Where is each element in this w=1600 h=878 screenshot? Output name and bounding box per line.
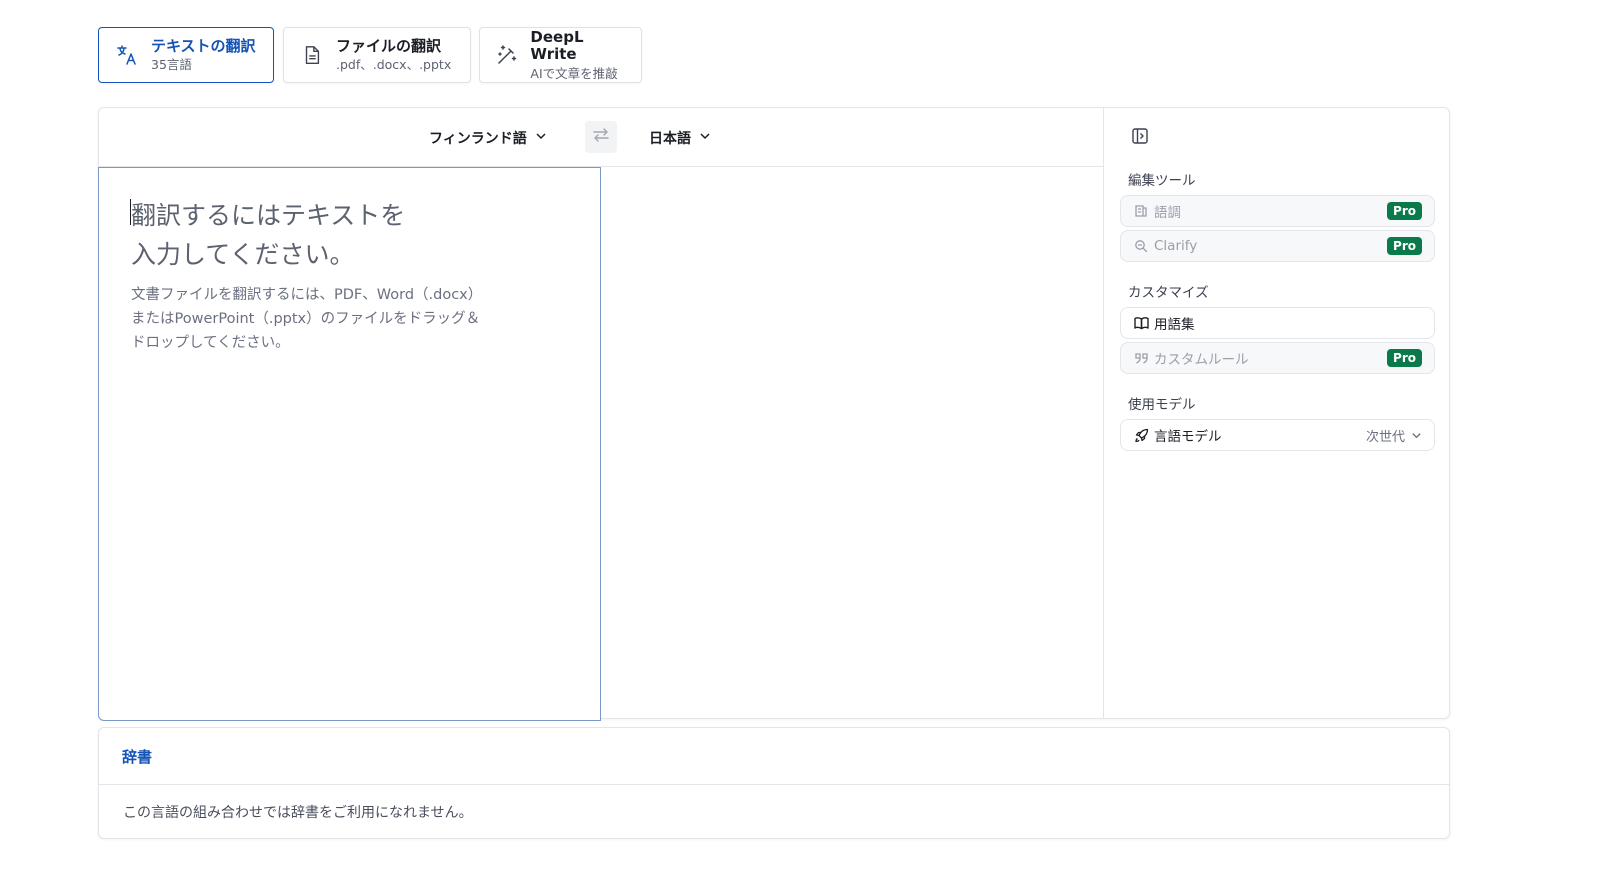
- swap-icon: [592, 126, 610, 148]
- swap-languages-button[interactable]: [585, 121, 617, 153]
- tab-title: DeepL Write: [530, 28, 584, 64]
- translator-card: フィンランド語 日本語 翻訳するにはテキストを 入力してください。 文書ファイル…: [98, 107, 1450, 721]
- document-icon: [298, 41, 326, 69]
- magic-pen-icon: [494, 41, 520, 69]
- target-text-output[interactable]: [601, 167, 1103, 719]
- tone-label: 語調: [1154, 205, 1181, 221]
- target-language-label: 日本語: [649, 131, 691, 147]
- dictionary-card: 辞書 この言語の組み合わせでは辞書をご利用になれません。: [98, 727, 1450, 839]
- source-language-label: フィンランド語: [429, 131, 527, 147]
- tab-deepl-write[interactable]: DeepL Write AIで文章を推敲: [479, 27, 642, 83]
- divider: [99, 784, 1449, 785]
- target-language-select[interactable]: 日本語: [649, 126, 711, 150]
- pro-badge: Pro: [1387, 202, 1422, 220]
- tab-title: ファイルの翻訳: [336, 36, 442, 55]
- language-bar: フィンランド語 日本語: [99, 108, 1103, 167]
- glossary-label: 用語集: [1154, 317, 1195, 333]
- side-panel: 編集ツール 語調 Pro Clarify Pro カスタマイズ 用語集 カスタム…: [1103, 108, 1450, 718]
- pro-badge: Pro: [1387, 237, 1422, 255]
- quote-icon: [1133, 350, 1149, 366]
- tab-subtitle: AIで文章を推敲: [530, 65, 618, 81]
- tab-subtitle: .pdf、.docx、.pptx: [336, 56, 452, 72]
- custom-rules-label: カスタムルール: [1154, 352, 1249, 368]
- glossary-button[interactable]: 用語集: [1120, 307, 1435, 339]
- tab-subtitle: 35言語: [151, 56, 192, 72]
- tab-translate-files[interactable]: ファイルの翻訳 .pdf、.docx、.pptx: [283, 27, 471, 83]
- clarify-button[interactable]: Clarify Pro: [1120, 230, 1435, 262]
- editing-tools-label: 編集ツール: [1128, 173, 1196, 189]
- chevron-down-icon: [535, 130, 547, 146]
- sidebar-collapse-icon: [1131, 127, 1149, 149]
- tab-translate-text[interactable]: テキストの翻訳 35言語: [98, 27, 274, 83]
- file-drop-hint: 文書ファイルを翻訳するには、PDF、Word（.docx） またはPowerPo…: [131, 287, 483, 351]
- source-text-input[interactable]: 翻訳するにはテキストを 入力してください。 文書ファイルを翻訳するには、PDF、…: [98, 167, 601, 721]
- model-label: 言語モデル: [1154, 429, 1222, 445]
- model-value: 次世代: [1365, 429, 1405, 445]
- rocket-icon: [1133, 427, 1149, 443]
- customize-label: カスタマイズ: [1128, 285, 1209, 301]
- source-language-select[interactable]: フィンランド語: [429, 126, 547, 150]
- tone-button[interactable]: 語調 Pro: [1120, 195, 1435, 227]
- tone-icon: [1133, 203, 1149, 219]
- tab-title: テキストの翻訳: [151, 36, 256, 55]
- custom-rules-button[interactable]: カスタムルール Pro: [1120, 342, 1435, 374]
- dictionary-message: この言語の組み合わせでは辞書をご利用になれません。: [123, 805, 473, 821]
- source-placeholder: 翻訳するにはテキストを 入力してください。: [131, 201, 406, 269]
- chevron-down-icon: [699, 130, 711, 146]
- translate-icon: [113, 41, 141, 69]
- pro-badge: Pro: [1387, 349, 1422, 367]
- clarify-label: Clarify: [1154, 238, 1198, 254]
- language-model-select[interactable]: 言語モデル 次世代: [1120, 419, 1435, 451]
- chevron-down-icon: [1411, 426, 1422, 445]
- panel-toggle-button[interactable]: [1128, 126, 1152, 150]
- search-clarify-icon: [1133, 238, 1149, 254]
- dictionary-title: 辞書: [122, 748, 153, 766]
- book-icon: [1133, 315, 1149, 331]
- model-section-label: 使用モデル: [1128, 397, 1196, 413]
